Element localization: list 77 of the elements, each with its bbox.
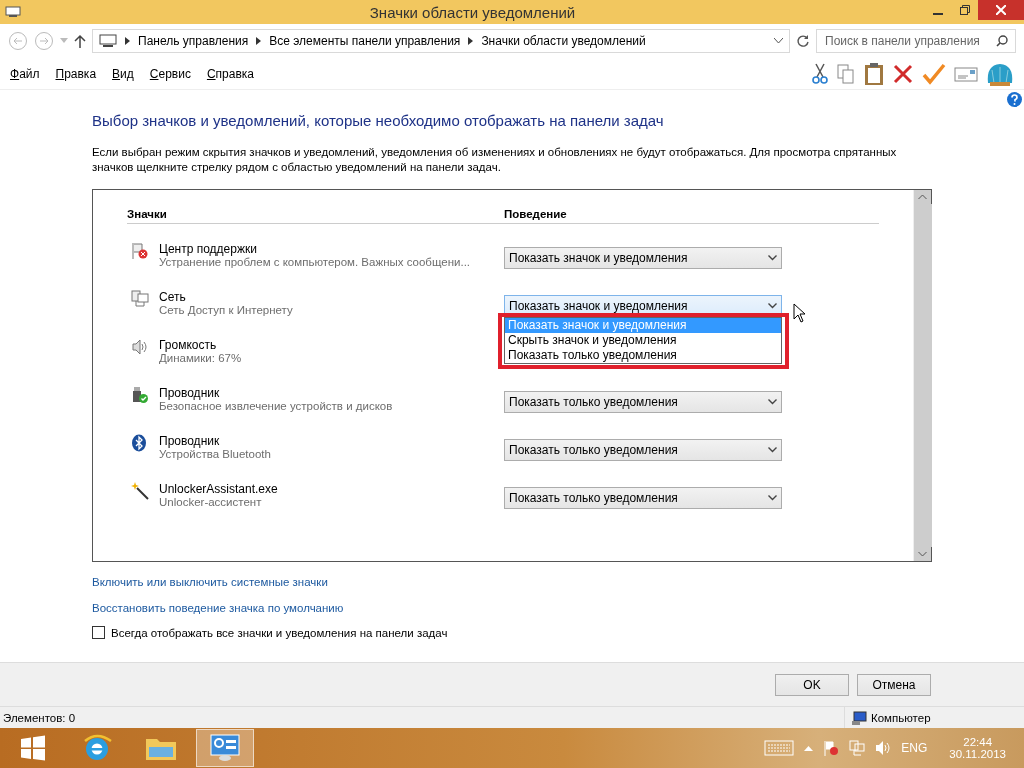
icon-description: Динамики: 67% (159, 352, 243, 364)
app-icon (5, 6, 21, 18)
magic-wand-icon (131, 482, 149, 500)
caret-up-icon[interactable] (804, 745, 814, 751)
flag-icon (131, 242, 149, 260)
windows-logo-icon (20, 735, 46, 761)
scissors-icon[interactable] (812, 62, 828, 85)
item-count: Элементов: 0 (3, 711, 76, 724)
page-heading: Выбор значков и уведомлений, которые необходимо отображать на панели задач (92, 112, 665, 129)
close-button[interactable] (978, 0, 1024, 20)
caret-icon (768, 303, 777, 309)
chevron-icon[interactable] (468, 37, 474, 45)
menu-item[interactable]: Файл (10, 66, 40, 81)
minimize-icon (932, 13, 943, 15)
dropdown-caret-icon[interactable] (774, 38, 783, 44)
window-title: Значки области уведомлений (368, 3, 577, 21)
copy-icon[interactable] (836, 62, 856, 85)
icon-name: UnlockerAssistant.exe (159, 482, 279, 496)
breadcrumb[interactable]: Панель управления (138, 34, 249, 48)
icon-description: Сеть Доступ к Интернету (159, 304, 294, 316)
restore-icon (959, 5, 970, 15)
icon-name: Проводник (159, 434, 221, 448)
mouse-cursor-icon (793, 303, 806, 323)
help-icon[interactable] (1007, 92, 1022, 107)
link[interactable]: Восстановить поведение значка по умолчанию (92, 602, 344, 614)
icon-description: Unlocker-ассистент (159, 496, 263, 508)
icon-description: Устройства Bluetooth (159, 448, 272, 460)
icon-description: Безопасное извлечение устройств и дисков (159, 400, 394, 412)
breadcrumb[interactable]: Значки области уведомлений (481, 34, 646, 48)
icon-name: Центр поддержки (159, 242, 258, 256)
icon-name: Проводник (159, 386, 221, 400)
behavior-dropdown[interactable]: Показать только уведомления (504, 391, 782, 413)
menu-item[interactable]: Справка (206, 66, 254, 81)
icon-description: Устранение проблем с компьютером. Важных сообщени... (159, 256, 472, 268)
delete-icon[interactable] (892, 62, 914, 85)
dialog-button[interactable]: Отмена (857, 673, 931, 696)
icon-name: Сеть (159, 290, 187, 304)
column-header: Поведение (504, 208, 568, 222)
search-field[interactable]: Поиск в панели управления (816, 29, 1016, 53)
caret-icon (768, 495, 777, 501)
speaker-icon[interactable] (875, 740, 892, 756)
description-text: Если выбран режим скрытия значков и уведомлений, уведомления об изменениях и обновлениях не будут отображаться. Для просмотра спрятанных значков щелкните стрелку рядом с областью уведомлений на панели задач. (92, 145, 898, 175)
caret-icon (768, 447, 777, 453)
search-icon[interactable] (996, 35, 1008, 47)
speaker-icon (131, 338, 149, 356)
dialog-button[interactable]: OK (775, 673, 849, 696)
close-icon (996, 5, 1006, 15)
location-label: Компьютер (871, 711, 931, 724)
bluetooth-icon (131, 434, 147, 452)
menu-item[interactable]: Сервис (149, 66, 191, 81)
menu-item[interactable]: Правка (55, 66, 97, 81)
computer-icon (99, 34, 117, 48)
envelope-icon[interactable] (954, 64, 978, 83)
computer-icon (851, 710, 867, 725)
flag-icon[interactable] (823, 740, 840, 756)
usb-drive-icon (131, 386, 149, 404)
address-bar[interactable]: Панель управления Все элементы панели управления Значки области уведомлений (92, 29, 790, 53)
clipboard-icon[interactable] (864, 61, 884, 86)
checkbox[interactable] (92, 626, 105, 639)
icon-name: Громкость (159, 338, 218, 352)
chevron-icon[interactable] (125, 37, 130, 45)
network-icon (131, 290, 149, 308)
behavior-dropdown[interactable]: Показать только уведомления (504, 439, 782, 461)
checkmark-icon[interactable] (922, 62, 946, 85)
behavior-dropdown[interactable]: Показать значок и уведомления (504, 247, 782, 269)
refresh-icon[interactable] (796, 34, 810, 48)
behavior-dropdown[interactable]: Показать только уведомления (504, 487, 782, 509)
link[interactable]: Включить или выключить системные значки (92, 576, 328, 588)
checkbox-label: Всегда отображать все значки и уведомления на панели задач (111, 626, 448, 639)
caret-icon (768, 399, 777, 405)
breadcrumb[interactable]: Все элементы панели управления (269, 34, 461, 48)
chevron-icon[interactable] (256, 37, 262, 45)
menu-item[interactable]: Вид (112, 66, 134, 81)
caret-icon (768, 255, 777, 261)
control-panel-taskbar-icon[interactable] (196, 729, 254, 767)
column-header: Значки (127, 208, 168, 222)
up-arrow-icon[interactable] (74, 34, 86, 48)
